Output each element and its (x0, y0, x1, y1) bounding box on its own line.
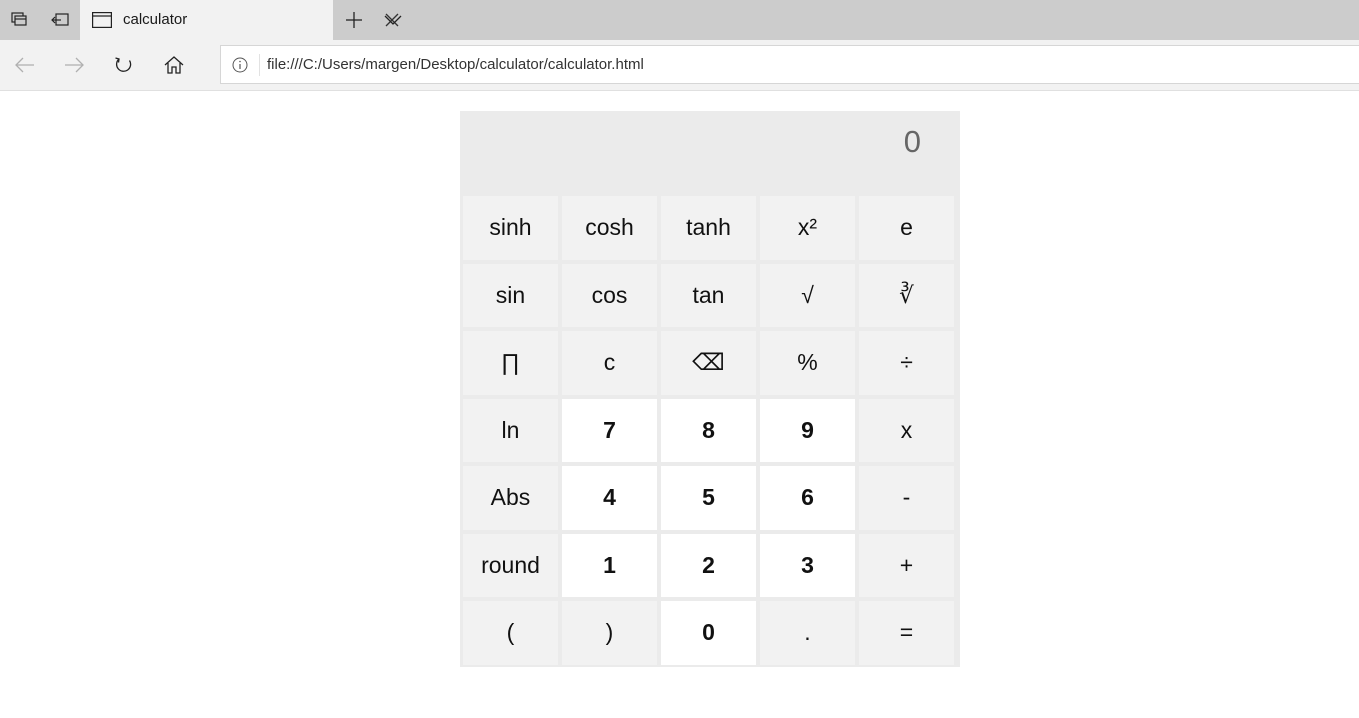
calculator: 0 sinh cosh tanh x² e sin cos tan √ ∛ ∏ c ⌫% ÷ ln 7 8 9 x A… (460, 111, 960, 667)
address-bar[interactable]: file:///C:/Users/margen/Desktop/calculat… (220, 45, 1359, 84)
refresh-button[interactable] (100, 42, 148, 88)
key-0[interactable]: 0 (661, 601, 756, 665)
key-percent[interactable]: % (760, 331, 855, 395)
key-sinh[interactable]: sinh (463, 196, 558, 260)
key-3[interactable]: 3 (760, 533, 855, 597)
key-round[interactable]: round (463, 533, 558, 597)
key-1[interactable]: 1 (562, 533, 657, 597)
key-clear[interactable]: c (562, 331, 657, 395)
home-icon (164, 56, 184, 74)
key-square[interactable]: x² (760, 196, 855, 260)
address-url[interactable]: file:///C:/Users/margen/Desktop/calculat… (267, 56, 644, 73)
key-5[interactable]: 5 (661, 466, 756, 530)
chevron-down-icon (384, 15, 402, 25)
tab-manager-button[interactable] (0, 0, 40, 40)
new-tab-button[interactable] (334, 0, 374, 40)
key-8[interactable]: 8 (661, 398, 756, 462)
key-open-paren[interactable]: ( (463, 601, 558, 665)
key-2[interactable]: 2 (661, 533, 756, 597)
key-e[interactable]: e (859, 196, 954, 260)
forward-button[interactable] (50, 42, 98, 88)
tab-title: calculator (123, 11, 188, 28)
keypad: sinh cosh tanh x² e sin cos tan √ ∛ ∏ c ⌫% ÷ ln 7 8 9 x Abs… (463, 196, 957, 665)
calculator-display: 0 (460, 111, 960, 193)
refresh-icon (115, 57, 132, 72)
back-button[interactable] (1, 42, 49, 88)
key-7[interactable]: 7 (562, 398, 657, 462)
forward-arrow-icon (65, 57, 84, 73)
home-button[interactable] (150, 42, 198, 88)
key-subtract[interactable]: - (859, 466, 954, 530)
key-4[interactable]: 4 (562, 466, 657, 530)
key-ln[interactable]: ln (463, 398, 558, 462)
key-9[interactable]: 9 (760, 398, 855, 462)
key-tan[interactable]: tan (661, 263, 756, 327)
info-icon[interactable] (231, 56, 249, 74)
key-multiply[interactable]: x (859, 398, 954, 462)
navigation-bar: file:///C:/Users/margen/Desktop/calculat… (0, 40, 1359, 91)
display-value: 0 (903, 124, 921, 159)
plus-icon (346, 12, 362, 28)
key-decimal[interactable]: . (760, 601, 855, 665)
key-cbrt[interactable]: ∛ (859, 263, 954, 327)
tab-bar: calculator (0, 0, 1359, 40)
key-pi[interactable]: ∏ (463, 331, 558, 395)
key-backspace[interactable]: ⌫ (661, 331, 756, 395)
tab-stack-icon (11, 12, 27, 26)
key-divide[interactable]: ÷ (859, 331, 954, 395)
key-cosh[interactable]: cosh (562, 196, 657, 260)
set-aside-icon (51, 13, 69, 26)
key-equals[interactable]: = (859, 601, 954, 665)
key-cos[interactable]: cos (562, 263, 657, 327)
key-add[interactable]: + (859, 533, 954, 597)
key-sqrt[interactable]: √ (760, 263, 855, 327)
page-icon (92, 12, 112, 28)
key-sin[interactable]: sin (463, 263, 558, 327)
key-6[interactable]: 6 (760, 466, 855, 530)
key-tanh[interactable]: tanh (661, 196, 756, 260)
key-close-paren[interactable]: ) (562, 601, 657, 665)
back-arrow-icon (15, 57, 34, 73)
address-separator (259, 54, 260, 76)
set-aside-tabs-button[interactable] (40, 0, 80, 40)
tab-calculator[interactable]: calculator (80, 0, 399, 40)
tab-list-button[interactable] (373, 0, 413, 40)
key-abs[interactable]: Abs (463, 466, 558, 530)
